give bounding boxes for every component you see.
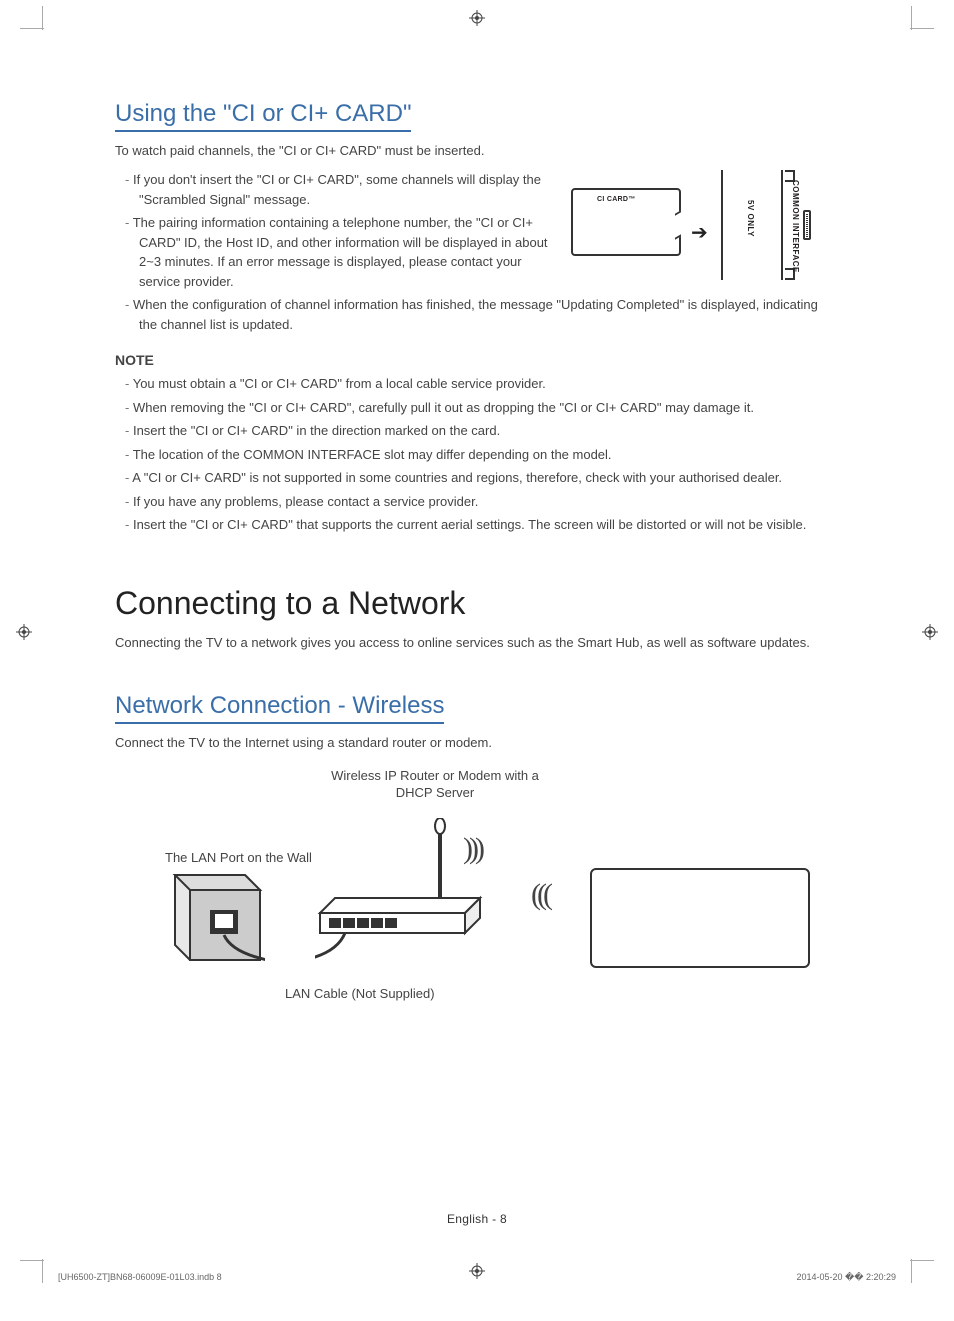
wifi-signal-out-icon: ))) <box>463 832 481 866</box>
ci-card-label: CI CARD™ <box>597 196 636 203</box>
ci-intro: To watch paid channels, the "CI or CI+ C… <box>115 142 835 160</box>
wifi-signal-in-icon: ))) <box>535 878 553 912</box>
router-label: Wireless IP Router or Modem with a DHCP … <box>325 768 545 802</box>
registration-mark-left <box>16 624 32 640</box>
network-main-title: Connecting to a Network <box>115 585 835 622</box>
tv-icon <box>590 868 810 968</box>
page-footer: English - 8 <box>0 1212 954 1226</box>
note-bullet: Insert the "CI or CI+ CARD" that support… <box>125 515 835 535</box>
ci-bullet: The pairing information containing a tel… <box>125 213 555 291</box>
lan-cable-label: LAN Cable (Not Supplied) <box>285 986 435 1001</box>
ci-section-title: Using the "CI or CI+ CARD" <box>115 100 411 132</box>
note-bullet: You must obtain a "CI or CI+ CARD" from … <box>125 374 835 394</box>
ci-card-icon: CI CARD™ <box>571 188 681 256</box>
wall-port-icon <box>165 870 265 970</box>
note-bullet: Insert the "CI or CI+ CARD" in the direc… <box>125 421 835 441</box>
wireless-diagram: Wireless IP Router or Modem with a DHCP … <box>115 768 835 1038</box>
ci-bullets-full: When the configuration of channel inform… <box>115 295 835 334</box>
lan-wall-label: The LAN Port on the Wall <box>165 850 312 865</box>
note-heading: NOTE <box>115 352 835 368</box>
note-bullet: When removing the "CI or CI+ CARD", care… <box>125 398 835 418</box>
note-bullet: If you have any problems, please contact… <box>125 492 835 512</box>
ci-card-diagram: CI CARD™ ➔ 5V ONLY COMMON INTERFACE <box>555 170 835 295</box>
print-info-bar: [UH6500-ZT]BN68-06009E-01L03.indb 8 2014… <box>58 1272 896 1283</box>
power-label: 5V ONLY <box>746 200 755 237</box>
registration-mark-top <box>469 10 485 26</box>
registration-mark-right <box>922 624 938 640</box>
print-file-info: [UH6500-ZT]BN68-06009E-01L03.indb 8 <box>58 1272 222 1283</box>
router-icon <box>315 818 485 968</box>
network-intro: Connecting the TV to a network gives you… <box>115 634 835 652</box>
wireless-intro: Connect the TV to the Internet using a s… <box>115 734 835 752</box>
note-bullets: You must obtain a "CI or CI+ CARD" from … <box>115 374 835 535</box>
ci-bullet: When the configuration of channel inform… <box>125 295 835 334</box>
wireless-title: Network Connection - Wireless <box>115 692 444 724</box>
ci-bullet: If you don't insert the "CI or CI+ CARD"… <box>125 170 555 209</box>
page-content: Using the "CI or CI+ CARD" To watch paid… <box>115 100 835 1038</box>
slot-label: COMMON INTERFACE <box>791 180 800 273</box>
arrow-icon: ➔ <box>691 220 708 245</box>
print-timestamp: 2014-05-20 �� 2:20:29 <box>796 1272 896 1283</box>
note-bullet: The location of the COMMON INTERFACE slo… <box>125 445 835 465</box>
note-bullet: A "CI or CI+ CARD" is not supported in s… <box>125 468 835 488</box>
ci-bullets-top: If you don't insert the "CI or CI+ CARD"… <box>115 170 555 291</box>
